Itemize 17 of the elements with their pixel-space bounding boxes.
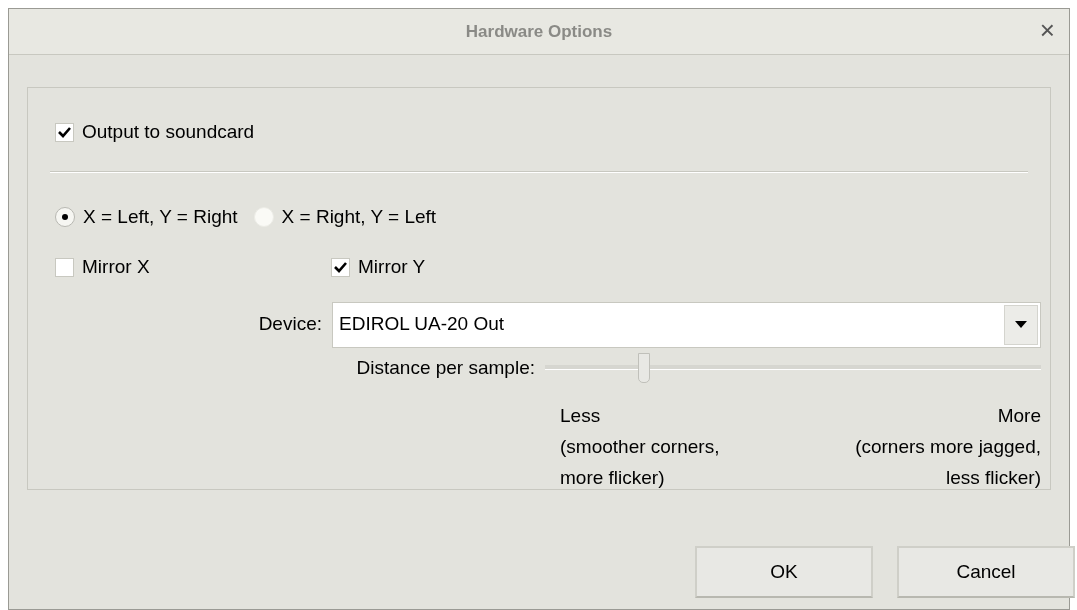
checkmark-icon bbox=[334, 260, 347, 274]
checkbox[interactable]: Mirror X bbox=[55, 253, 331, 282]
device-label: Device: bbox=[257, 312, 323, 337]
checkmark-icon bbox=[58, 125, 71, 139]
radio-button[interactable]: X = Left, Y = Right bbox=[55, 202, 238, 231]
checkbox[interactable]: Output to soundcard bbox=[55, 118, 1023, 147]
less-caption: Less (smoother corners, more flicker) bbox=[560, 404, 720, 490]
checkbox[interactable]: Mirror Y bbox=[331, 253, 607, 282]
cancel-button[interactable]: Cancel bbox=[897, 546, 1075, 598]
ok-button[interactable]: OK bbox=[695, 546, 873, 598]
slider-thumb[interactable] bbox=[638, 353, 651, 384]
more-caption: More (corners more jagged, less flicker) bbox=[855, 404, 1041, 490]
close-button[interactable]: × bbox=[1039, 17, 1055, 43]
distance-label: Distance per sample: bbox=[355, 355, 536, 380]
window-title: Hardware Options bbox=[464, 20, 614, 43]
device-dropdown[interactable]: EDIROL UA-20 Out bbox=[332, 301, 1041, 348]
radio-button[interactable]: X = Right, Y = Left bbox=[253, 202, 437, 231]
